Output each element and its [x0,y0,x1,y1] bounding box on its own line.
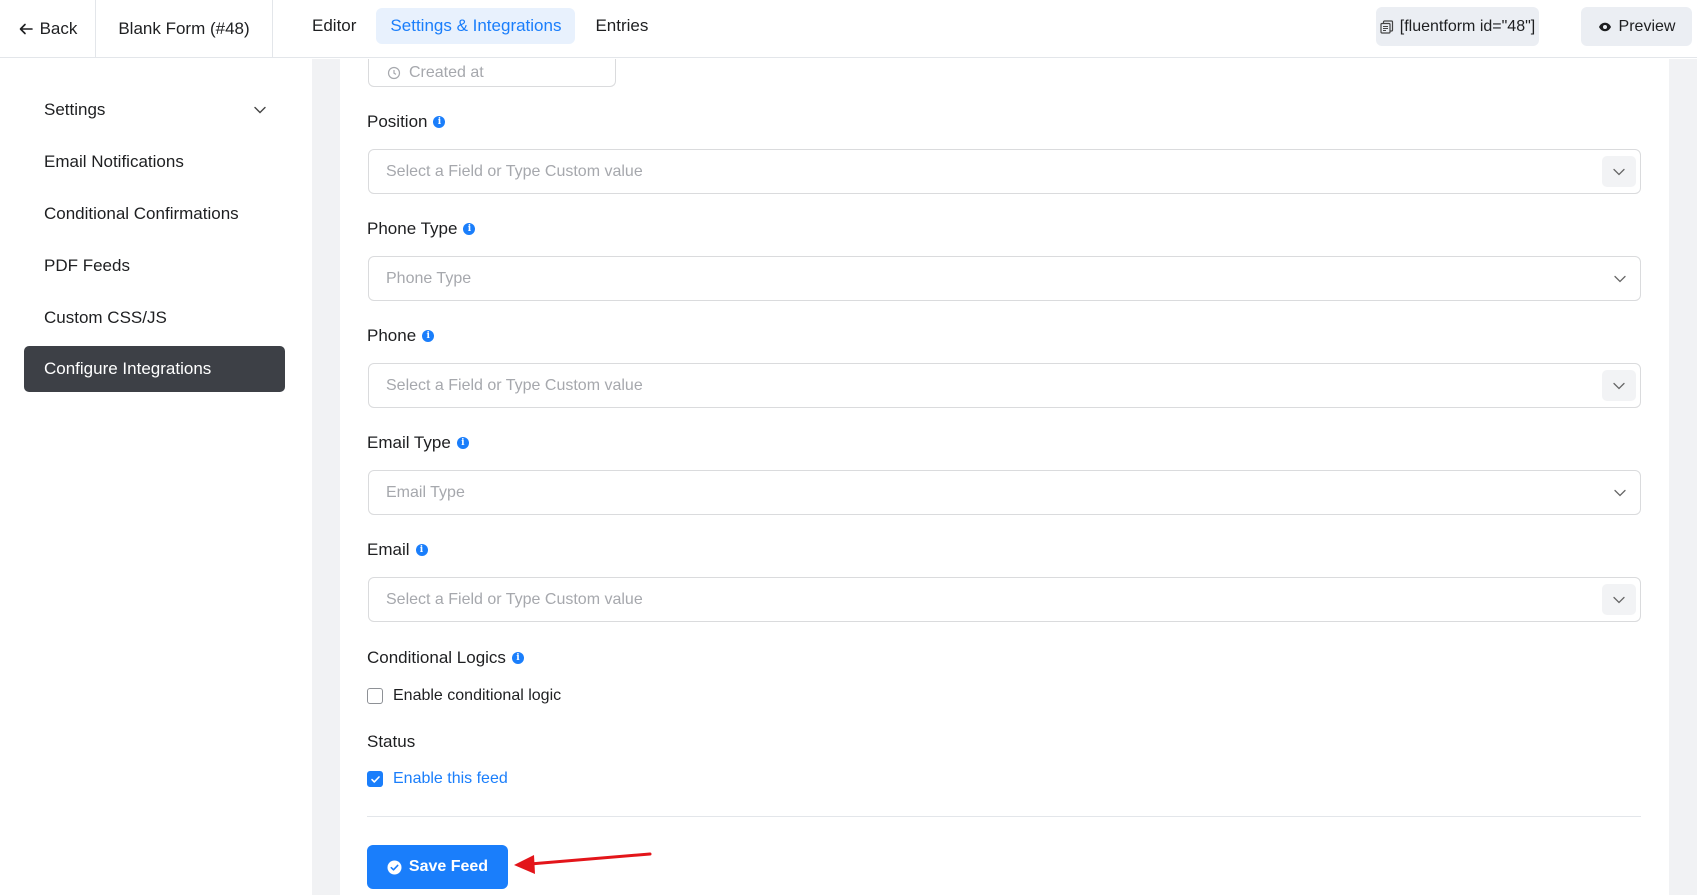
select-placeholder: Select a Field or Type Custom value [386,376,643,394]
position-label: Position i [367,112,446,132]
sidebar-item-label: Custom CSS/JS [44,308,167,327]
email-label: Email i [367,540,428,560]
email-type-select[interactable]: Email Type [368,470,1641,515]
conditional-logics-label: Conditional Logics i [367,648,524,668]
sidebar-item-label: Conditional Confirmations [44,204,239,223]
select-placeholder: Select a Field or Type Custom value [386,162,643,180]
field-label-text: Status [367,732,416,751]
info-icon[interactable]: i [433,116,446,128]
info-icon[interactable]: i [463,223,476,235]
clock-icon [387,66,401,79]
back-label: Back [39,19,78,38]
checkbox-box[interactable] [367,688,383,704]
status-label: Status [367,732,415,752]
chevron-down-icon [1614,275,1626,283]
checkbox-label: Enable conditional logic [393,687,562,704]
info-icon[interactable]: i [415,544,428,556]
arrow-left-icon [19,23,33,35]
field-label-text: Position [367,112,428,131]
sidebar-item-label: Email Notifications [44,152,184,171]
sidebar-item-label: PDF Feeds [44,256,130,275]
field-label-text: Phone Type [367,219,458,238]
scrollbar[interactable] [1683,59,1697,895]
sidebar-item-settings[interactable]: Settings [24,87,285,133]
back-button[interactable]: Back [0,0,96,58]
select-placeholder: Email Type [386,483,465,501]
chevron-down-icon [1613,168,1625,175]
info-icon[interactable]: i [511,652,524,664]
shortcode-label: [fluentform id="48"] [1399,17,1536,35]
tab-editor[interactable]: Editor [298,8,370,44]
phone-label: Phone i [367,326,435,346]
select-placeholder: Select a Field or Type Custom value [386,590,643,608]
select-placeholder: Phone Type [386,269,472,287]
field-label-text: Phone [367,326,417,345]
phone-type-label: Phone Type i [367,219,476,239]
check-icon [370,775,380,783]
select-toggle[interactable] [1602,156,1636,187]
checkbox-label: Enable this feed [393,770,508,787]
sidebar-item-label: Configure Integrations [44,359,212,378]
sidebar-item-conditional-confirmations[interactable]: Conditional Confirmations [24,191,285,237]
select-toggle[interactable] [1602,584,1636,615]
annotation-arrow-icon [514,852,652,874]
chevron-down-icon [1614,489,1626,497]
field-label-text: Conditional Logics [367,648,506,667]
checkbox-box[interactable] [367,771,383,787]
tab-entries[interactable]: Entries [581,8,662,44]
preview-button[interactable]: Preview [1581,7,1692,46]
select-toggle[interactable] [1612,271,1628,287]
created-at-select[interactable]: Created at [368,59,616,87]
sidebar-item-configure-integrations[interactable]: Configure Integrations [24,346,285,392]
select-toggle[interactable] [1602,370,1636,401]
form-title: Blank Form (#48) [96,0,273,58]
sidebar-item-email-notifications[interactable]: Email Notifications [24,139,285,185]
chevron-down-icon [254,106,266,114]
check-circle-icon [387,860,402,874]
eye-icon [1598,22,1611,31]
phone-select[interactable]: Select a Field or Type Custom value [368,363,1641,408]
info-icon[interactable]: i [456,437,469,449]
email-type-label: Email Type i [367,433,469,453]
sidebar-item-label: Settings [44,100,106,119]
settings-sidebar: Settings Email Notifications Conditional… [0,59,312,895]
enable-feed-checkbox[interactable]: Enable this feed [367,770,508,788]
sidebar-item-pdf-feeds[interactable]: PDF Feeds [24,243,285,289]
field-label-text: Email Type [367,433,451,452]
copy-icon [1380,19,1393,34]
enable-conditional-logic-checkbox[interactable]: Enable conditional logic [367,687,561,705]
field-label-text: Email [367,540,410,559]
main-tabs: Editor Settings & Integrations Entries [298,8,662,44]
shortcode-copy-button[interactable]: [fluentform id="48"] [1376,7,1539,46]
preview-label: Preview [1618,17,1676,35]
sidebar-item-custom-css-js[interactable]: Custom CSS/JS [24,295,285,341]
select-toggle[interactable] [1612,485,1628,501]
save-feed-label: Save Feed [408,858,489,875]
chevron-down-icon [1613,382,1625,389]
chevron-down-icon [1613,596,1625,603]
position-select[interactable]: Select a Field or Type Custom value [368,149,1641,194]
phone-type-select[interactable]: Phone Type [368,256,1641,301]
save-feed-button[interactable]: Save Feed [367,845,508,889]
tab-settings-integrations[interactable]: Settings & Integrations [376,8,576,44]
created-at-placeholder: Created at [409,63,484,81]
divider [367,816,1641,817]
info-icon[interactable]: i [422,330,435,342]
top-bar: Back Blank Form (#48) Editor Settings & … [0,0,1697,58]
email-select[interactable]: Select a Field or Type Custom value [368,577,1641,622]
